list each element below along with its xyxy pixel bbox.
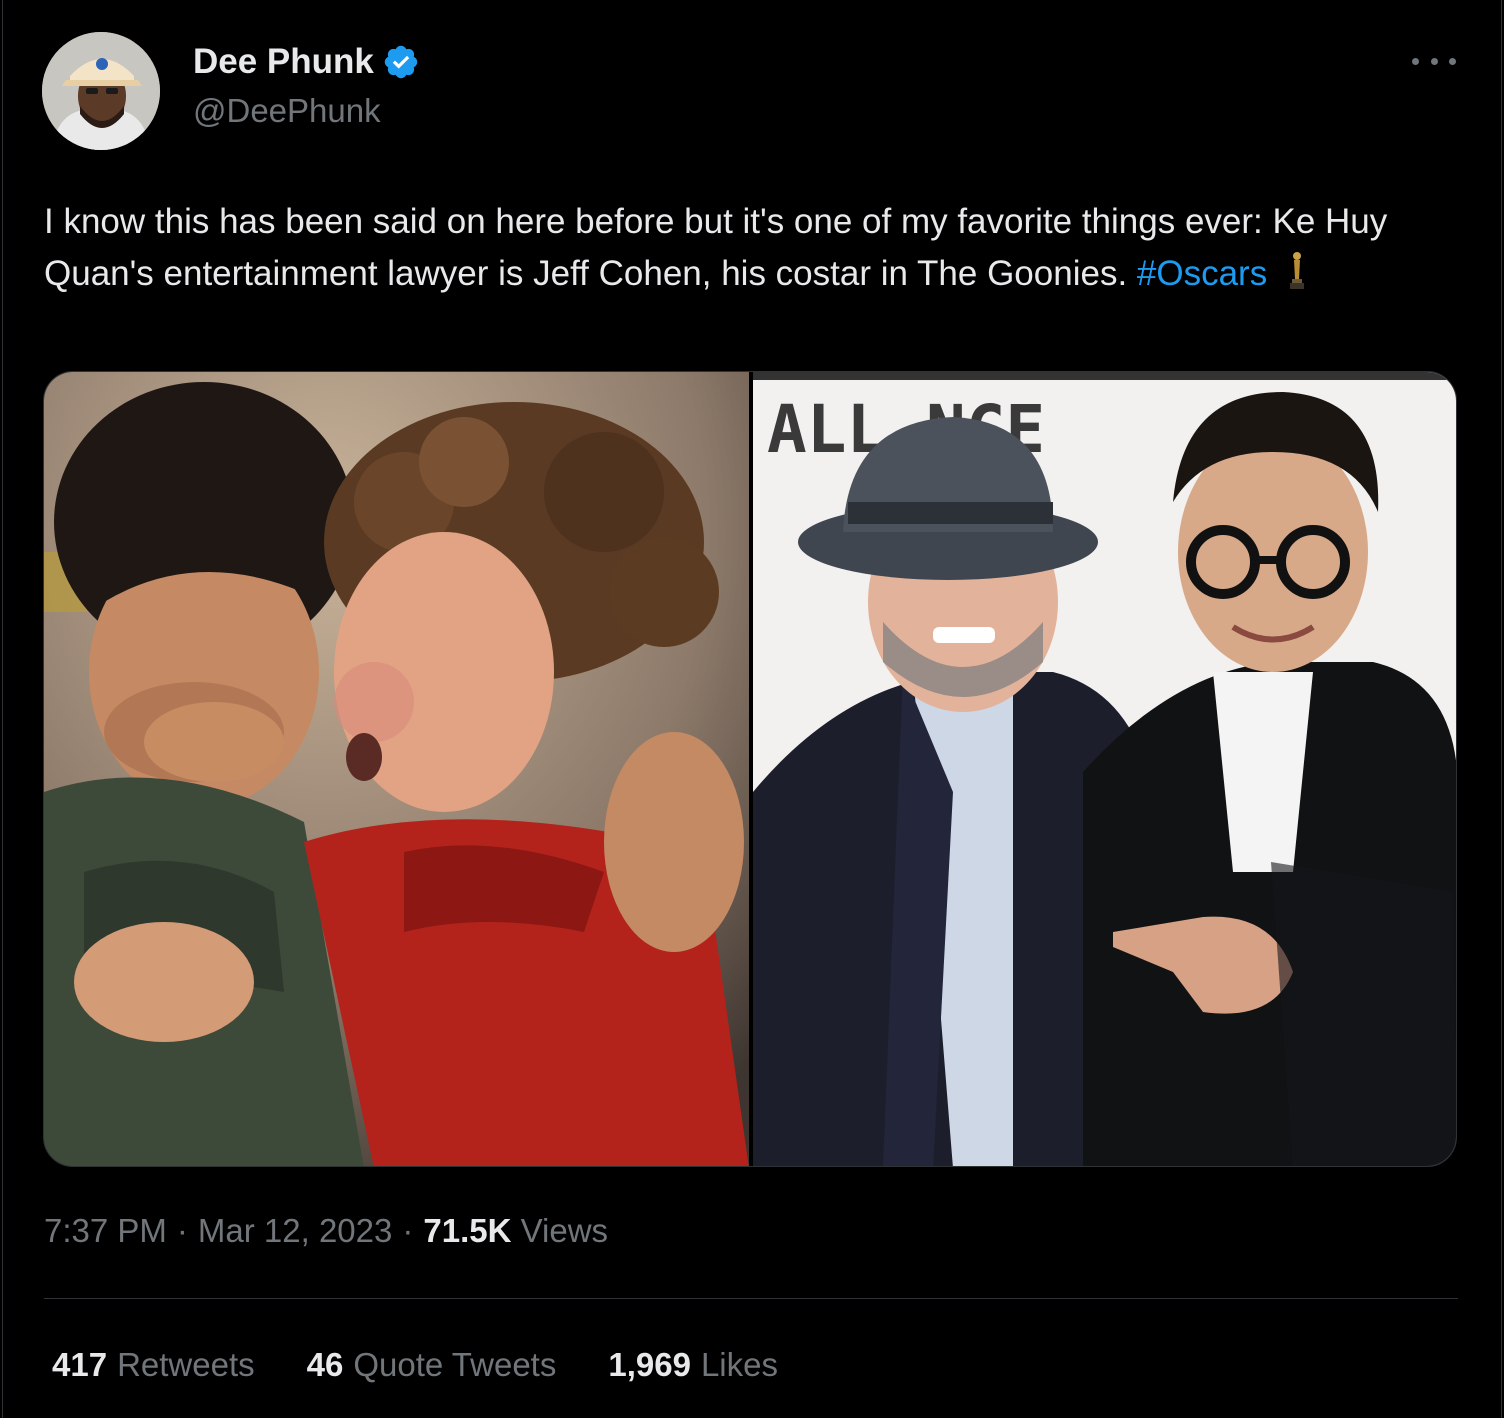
oscar-trophy-icon <box>1287 251 1307 306</box>
tweet-text: I know this has been said on here before… <box>44 196 1464 306</box>
engagement-stats: 417 Retweets 46 Quote Tweets 1,969 Likes <box>52 1346 830 1384</box>
quote-tweets-count: 46 <box>306 1346 344 1383</box>
name-row: Dee Phunk <box>193 40 420 84</box>
meta-separator: · <box>176 1212 188 1249</box>
likes-stat[interactable]: 1,969 Likes <box>608 1346 778 1384</box>
retweets-label: Retweets <box>117 1346 255 1383</box>
likes-label: Likes <box>700 1346 778 1383</box>
quote-tweets-label: Quote Tweets <box>353 1346 557 1383</box>
red-carpet-photo-image: ALL NCE <box>753 372 1456 1166</box>
tweet-meta: 7:37 PM · Mar 12, 2023 · 71.5K Views <box>44 1212 608 1250</box>
views-label: Views <box>520 1212 609 1249</box>
author-block: Dee Phunk @DeePhunk <box>193 40 420 130</box>
display-name[interactable]: Dee Phunk <box>193 42 374 82</box>
goonies-still-image <box>44 372 749 1166</box>
retweets-stat[interactable]: 417 Retweets <box>52 1346 255 1384</box>
media-grid: ALL NCE <box>43 371 1457 1167</box>
media-image-goonies[interactable] <box>44 372 749 1166</box>
meta-separator: · <box>402 1212 414 1249</box>
media-image-red-carpet[interactable]: ALL NCE <box>753 372 1456 1166</box>
retweets-count: 417 <box>52 1346 108 1383</box>
more-options-icon[interactable] <box>1412 48 1456 74</box>
avatar-image <box>42 32 160 150</box>
divider <box>44 1298 1458 1299</box>
avatar[interactable] <box>42 32 160 150</box>
views-count: 71.5K <box>423 1212 512 1249</box>
quote-tweets-stat[interactable]: 46 Quote Tweets <box>307 1346 557 1384</box>
tweet-time[interactable]: 7:37 PM <box>44 1212 167 1249</box>
hashtag-link[interactable]: #Oscars <box>1137 254 1267 293</box>
tweet-date[interactable]: Mar 12, 2023 <box>198 1212 392 1249</box>
verified-badge-icon <box>382 43 420 81</box>
user-handle[interactable]: @DeePhunk <box>193 92 420 130</box>
likes-count: 1,969 <box>608 1346 691 1383</box>
